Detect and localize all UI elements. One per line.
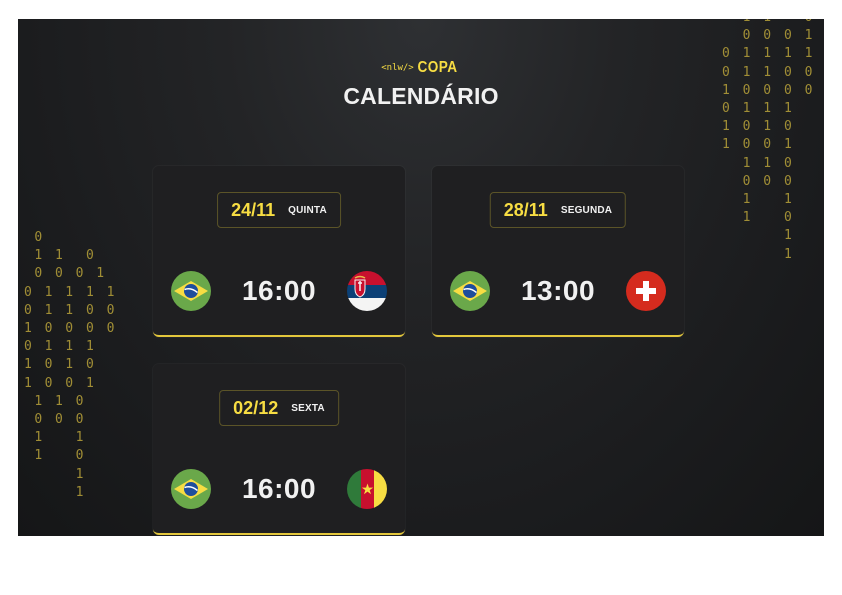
brazil-flag-icon xyxy=(450,271,490,311)
match-time: 16:00 xyxy=(241,275,317,306)
page-header: <nlw/> COPA CALENDÁRIO xyxy=(18,59,824,110)
match-row: 16:00 xyxy=(171,271,387,311)
app-screen: 0 1 1 0 0 0 0 1 0 1 1 1 1 0 1 1 0 0 1 0 … xyxy=(18,19,824,536)
binary-decoration-left: 0 1 1 0 0 0 0 1 0 1 1 1 1 0 1 1 0 0 1 0 … xyxy=(24,230,117,500)
switzerland-flag-icon xyxy=(626,271,666,311)
serbia-flag-icon xyxy=(347,271,387,311)
match-date: 24/11 xyxy=(231,199,276,220)
match-row: 13:00 xyxy=(450,271,666,311)
match-weekday: QUINTA xyxy=(288,204,327,216)
match-row: 16:00 xyxy=(171,469,387,509)
copa-logo: <nlw/> COPA xyxy=(18,59,824,77)
date-badge: 28/11 SEGUNDA xyxy=(489,192,627,228)
brazil-flag-icon xyxy=(171,271,211,311)
brazil-flag-icon xyxy=(171,469,211,509)
logo-name: COPA xyxy=(417,59,458,76)
match-weekday: SEGUNDA xyxy=(560,204,613,216)
match-time: 16:00 xyxy=(241,473,317,504)
match-date: 28/11 xyxy=(503,199,548,220)
match-time: 13:00 xyxy=(520,275,596,306)
match-card: 02/12 SEXTA 16:00 xyxy=(153,364,405,535)
date-badge: 24/11 QUINTA xyxy=(217,192,341,228)
match-card: 24/11 QUINTA 16:00 xyxy=(153,166,405,337)
match-weekday: SEXTA xyxy=(291,402,325,414)
page-title: CALENDÁRIO xyxy=(343,83,499,109)
binary-decoration-right: 1 1 0 0 0 0 1 0 1 1 1 1 0 1 1 0 0 1 0 0 … xyxy=(722,19,815,262)
date-badge: 02/12 SEXTA xyxy=(219,390,339,426)
match-card: 28/11 SEGUNDA 13:00 xyxy=(432,166,684,337)
match-date: 02/12 xyxy=(233,397,279,418)
logo-prefix: <nlw/> xyxy=(381,63,414,73)
cameroon-flag-icon xyxy=(347,469,387,509)
